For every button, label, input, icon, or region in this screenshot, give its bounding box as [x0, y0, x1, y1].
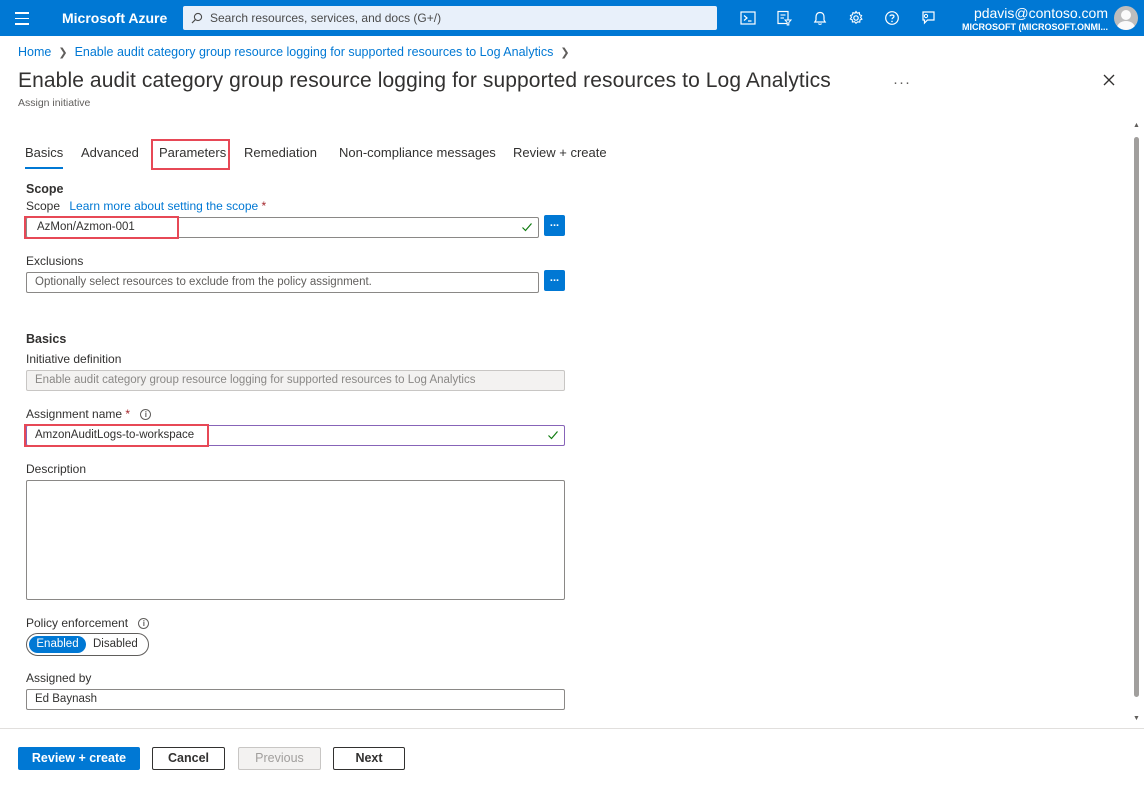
brand-logo[interactable]: Microsoft Azure — [62, 10, 167, 26]
assigned-by-label: Assigned by — [26, 671, 92, 685]
account-menu[interactable]: pdavis@contoso.com MICROSOFT (MICROSOFT.… — [962, 5, 1108, 32]
policy-enforcement-toggle[interactable]: Enabled Disabled — [26, 633, 149, 656]
checkmark-icon — [522, 223, 532, 232]
scope-field-highlight — [24, 216, 179, 239]
scrollbar-thumb[interactable] — [1134, 137, 1139, 697]
vertical-scrollbar[interactable]: ▲ ▼ — [1129, 122, 1144, 727]
cloud-shell-icon[interactable] — [739, 9, 757, 27]
search-icon — [191, 12, 203, 24]
initiative-definition-field: Enable audit category group resource log… — [26, 370, 565, 391]
breadcrumb-current[interactable]: Enable audit category group resource log… — [75, 45, 554, 59]
search-placeholder: Search resources, services, and docs (G+… — [210, 11, 442, 25]
scope-browse-button[interactable]: ... — [544, 215, 565, 236]
page-title: Enable audit category group resource log… — [18, 69, 831, 92]
next-button[interactable]: Next — [333, 747, 405, 770]
breadcrumb-home[interactable]: Home — [18, 45, 51, 59]
menu-icon[interactable] — [12, 8, 32, 28]
scroll-down-icon[interactable]: ▼ — [1133, 715, 1140, 722]
review-create-button[interactable]: Review + create — [18, 747, 140, 770]
feedback-icon[interactable] — [919, 9, 937, 27]
description-label: Description — [26, 462, 87, 476]
user-tenant: MICROSOFT (MICROSOFT.ONMI... — [962, 22, 1108, 32]
tab-advanced[interactable]: Advanced — [81, 145, 139, 160]
page-subtitle: Assign initiative — [18, 97, 91, 109]
global-search-input[interactable]: Search resources, services, and docs (G+… — [183, 6, 717, 30]
tab-non-compliance-messages[interactable]: Non-compliance messages — [339, 145, 496, 160]
chevron-right-icon: ❯ — [58, 46, 68, 59]
required-marker: * — [261, 199, 267, 213]
info-icon[interactable]: i — [138, 618, 150, 629]
assigned-by-input[interactable]: Ed Baynash — [26, 689, 565, 710]
exclusions-placeholder: Optionally select resources to exclude f… — [35, 276, 372, 288]
policy-enforcement-label: Policy enforcement — [26, 616, 129, 630]
tab-remediation[interactable]: Remediation — [244, 145, 317, 160]
footer-bar: Review + create Cancel Previous Next — [0, 728, 1144, 787]
previous-button[interactable]: Previous — [238, 747, 321, 770]
tab-review-create[interactable]: Review + create — [513, 145, 607, 160]
assignment-name-label-row: Assignment name * i — [26, 407, 152, 421]
enforcement-disabled-option[interactable]: Disabled — [93, 636, 138, 653]
info-icon[interactable]: i — [140, 409, 152, 420]
required-marker: * — [125, 407, 131, 421]
initiative-definition-value: Enable audit category group resource log… — [35, 374, 476, 386]
chevron-right-icon: ❯ — [560, 46, 570, 59]
user-name: pdavis@contoso.com — [973, 5, 1108, 21]
avatar[interactable] — [1114, 6, 1138, 30]
parameters-tab-highlight — [151, 139, 230, 170]
exclusions-field[interactable]: Optionally select resources to exclude f… — [26, 272, 539, 293]
learn-more-scope-link[interactable]: Learn more about setting the scope — [69, 199, 258, 213]
initiative-definition-label: Initiative definition — [26, 352, 122, 366]
top-bar: Microsoft Azure Search resources, servic… — [0, 0, 1144, 36]
enforcement-enabled-option[interactable]: Enabled — [29, 636, 86, 653]
settings-icon[interactable] — [847, 9, 865, 27]
scope-label: Scope — [26, 199, 61, 213]
close-icon[interactable] — [1102, 73, 1116, 92]
checkmark-icon — [548, 431, 558, 440]
basics-section-heading: Basics — [26, 332, 67, 346]
tab-basics[interactable]: Basics — [25, 145, 64, 169]
notifications-icon[interactable] — [811, 9, 829, 27]
breadcrumb: Home ❯ Enable audit category group resou… — [18, 45, 577, 59]
exclusions-label: Exclusions — [26, 254, 84, 268]
directory-filter-icon[interactable] — [775, 9, 793, 27]
more-options-button[interactable]: ··· — [893, 74, 911, 91]
scroll-up-icon[interactable]: ▲ — [1133, 122, 1140, 129]
exclusions-browse-button[interactable]: ... — [544, 270, 565, 291]
scope-section-heading: Scope — [26, 182, 64, 196]
policy-enforcement-label-row: Policy enforcement i — [26, 616, 150, 630]
cancel-button[interactable]: Cancel — [152, 747, 225, 770]
assigned-by-value: Ed Baynash — [35, 693, 98, 705]
description-textarea[interactable] — [26, 480, 565, 600]
assignment-name-label: Assignment name — [26, 407, 123, 421]
scope-label-row: Scope Learn more about setting the scope… — [26, 199, 266, 213]
help-icon[interactable] — [883, 9, 901, 27]
assignment-name-highlight — [24, 424, 209, 447]
